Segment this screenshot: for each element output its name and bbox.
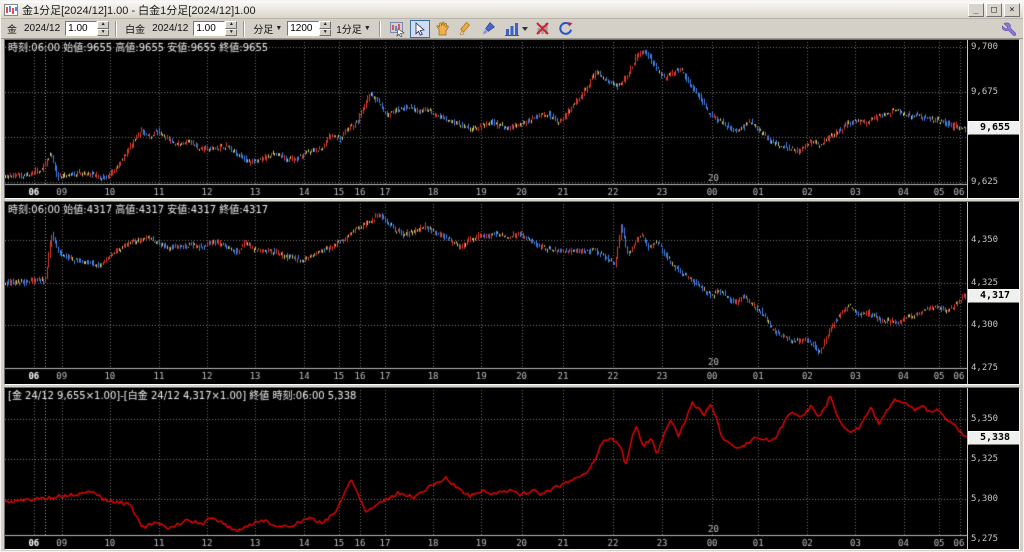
price-tick-label: 9,625 (971, 177, 998, 187)
bar-count-down-icon[interactable]: ▼ (319, 29, 331, 37)
close-button[interactable]: × (1004, 3, 1020, 17)
window-title: 金1分足[2024/12]1.00 - 白金1分足[2024/12]1.00 (22, 2, 968, 18)
toolbar-separator (243, 21, 245, 37)
bar-count-up-icon[interactable]: ▲ (319, 21, 331, 29)
maximize-button[interactable]: □ (986, 3, 1002, 17)
spread-line-chart[interactable] (5, 388, 967, 549)
gold-chart-panel: 9,700 9,675 9,625 9,655 (4, 39, 1020, 199)
app-chart-icon (4, 4, 18, 16)
chevron-down-icon: ▼ (275, 25, 282, 32)
platinum-ratio-up-icon[interactable]: ▲ (225, 21, 237, 29)
gold-price-axis: 9,700 9,675 9,625 9,655 (967, 40, 1019, 198)
chevron-down-icon: ▼ (364, 25, 371, 32)
current-price-box: 4,317 (968, 289, 1019, 303)
price-tick-label: 4,300 (971, 320, 998, 330)
price-tick-label: 5,300 (971, 494, 998, 504)
remove-chart-icon[interactable] (533, 20, 553, 38)
refresh-icon[interactable] (556, 20, 576, 38)
select-arrow-icon[interactable] (410, 20, 430, 38)
platinum-symbol-label: 白金 (123, 21, 147, 36)
settings-wrench-icon[interactable] (999, 20, 1019, 38)
toolbar-separator (115, 21, 117, 37)
kline-cursor-icon[interactable] (387, 20, 407, 38)
platinum-candlestick-chart[interactable] (5, 202, 967, 384)
platinum-chart-panel: 4,350 4,325 4,300 4,275 4,317 (4, 201, 1020, 385)
minimize-button[interactable]: _ (968, 3, 984, 17)
gold-ratio-stepper[interactable]: 1.00 ▲▼ (65, 21, 109, 36)
gold-candlestick-chart[interactable] (5, 40, 967, 198)
chart-stack: 9,700 9,675 9,625 9,655 4,350 4,325 4,300 4,27… (1, 39, 1023, 552)
price-tick-label: 5,275 (971, 534, 998, 544)
gold-ratio-up-icon[interactable]: ▲ (97, 21, 109, 29)
brush-draw-icon[interactable] (479, 20, 499, 38)
price-tick-label: 4,275 (971, 363, 998, 373)
gold-symbol-label: 金 (5, 21, 19, 36)
price-tick-label: 5,325 (971, 454, 998, 464)
platinum-contract-month[interactable]: 2024/12 (150, 23, 190, 34)
toolbar-separator (379, 21, 381, 37)
interval-dropdown[interactable]: 1分足 ▼ (334, 21, 373, 36)
current-price-box: 5,338 (968, 431, 1019, 445)
bar-count-value[interactable]: 1200 (287, 21, 319, 36)
price-tick-label: 9,675 (971, 87, 998, 97)
platinum-ratio-down-icon[interactable]: ▼ (225, 29, 237, 37)
title-bar: 金1分足[2024/12]1.00 - 白金1分足[2024/12]1.00 _… (1, 1, 1023, 19)
price-tick-label: 4,325 (971, 278, 998, 288)
current-price-box: 9,655 (968, 121, 1019, 135)
spread-chart-panel: 5,350 5,325 5,300 5,275 5,338 (4, 387, 1020, 550)
price-tick-label: 5,350 (971, 414, 998, 424)
bar-type-dropdown[interactable]: 分足 ▼ (251, 21, 284, 36)
app-window: 金1分足[2024/12]1.00 - 白金1分足[2024/12]1.00 _… (0, 0, 1024, 552)
platinum-ratio-value[interactable]: 1.00 (193, 21, 225, 36)
gold-contract-month[interactable]: 2024/12 (22, 23, 62, 34)
spread-price-axis: 5,350 5,325 5,300 5,275 5,338 (967, 388, 1019, 549)
price-tick-label: 9,700 (971, 42, 998, 52)
hand-pan-icon[interactable] (433, 20, 453, 38)
platinum-price-axis: 4,350 4,325 4,300 4,275 4,317 (967, 202, 1019, 384)
bar-chart-type-icon[interactable] (502, 20, 530, 38)
gold-ratio-down-icon[interactable]: ▼ (97, 29, 109, 37)
bar-count-stepper[interactable]: 1200 ▲▼ (287, 21, 331, 36)
price-tick-label: 4,350 (971, 235, 998, 245)
toolbar: 金 2024/12 1.00 ▲▼ 白金 2024/12 1.00 ▲▼ 分足 … (1, 19, 1023, 39)
platinum-ratio-stepper[interactable]: 1.00 ▲▼ (193, 21, 237, 36)
pencil-draw-icon[interactable] (456, 20, 476, 38)
gold-ratio-value[interactable]: 1.00 (65, 21, 97, 36)
